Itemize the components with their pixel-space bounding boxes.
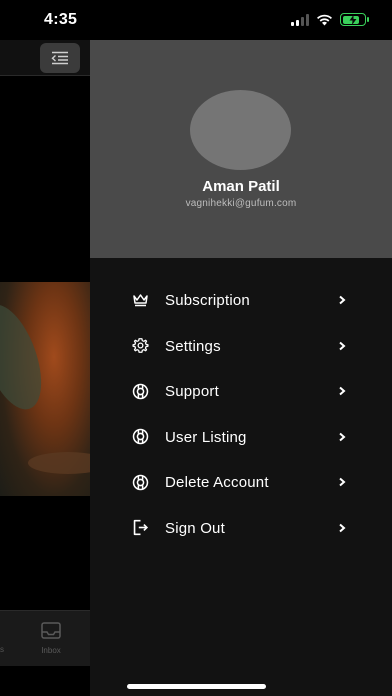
chevron-right-icon (337, 339, 347, 353)
drawer-menu: Subscription Settings Support User Listi… (90, 278, 392, 552)
cellular-signal-icon (291, 13, 309, 26)
menu-item-label: User Listing (165, 428, 247, 446)
chevron-right-icon (337, 430, 347, 444)
menu-item-label: Delete Account (165, 474, 269, 492)
menu-item-label: Settings (165, 337, 221, 355)
menu-item-sign-out[interactable]: Sign Out (90, 506, 392, 552)
tab-inbox-label: Inbox (41, 646, 61, 655)
menu-item-label: Sign Out (165, 519, 225, 537)
lifebuoy-icon (131, 428, 149, 446)
profile-email: vagnihekki@gufum.com (185, 198, 297, 209)
menu-item-delete-account[interactable]: Delete Account (90, 460, 392, 506)
menu-collapse-icon (51, 51, 68, 65)
inbox-icon (41, 622, 61, 639)
tab-partial-label: s (0, 645, 4, 654)
side-drawer: Aman Patil vagnihekki@gufum.com Subscrip… (90, 40, 392, 696)
charging-bolt-icon (349, 14, 357, 25)
menu-item-label: Support (165, 383, 219, 401)
status-bar: 4:35 (0, 0, 392, 40)
menu-item-label: Subscription (165, 292, 250, 309)
gear-icon (131, 337, 149, 355)
battery-icon (340, 13, 369, 26)
menu-item-user-listing[interactable]: User Listing (90, 415, 392, 461)
sign-out-icon (131, 519, 149, 537)
wifi-icon (317, 14, 332, 25)
lifebuoy-icon (131, 473, 149, 491)
lifebuoy-icon (131, 382, 149, 400)
menu-item-subscription[interactable]: Subscription (90, 278, 392, 324)
tab-inbox[interactable]: Inbox (34, 622, 68, 655)
background-plant-image (0, 282, 90, 496)
menu-item-support[interactable]: Support (90, 369, 392, 415)
profile-header: Aman Patil vagnihekki@gufum.com (90, 40, 392, 258)
avatar[interactable] (190, 90, 291, 170)
chevron-right-icon (337, 521, 347, 535)
chevron-right-icon (337, 475, 347, 489)
chevron-right-icon (337, 384, 347, 398)
status-icons (291, 13, 369, 26)
crown-icon (131, 291, 149, 309)
status-time: 4:35 (44, 11, 78, 28)
chevron-right-icon (337, 293, 347, 307)
profile-name: Aman Patil (202, 178, 280, 195)
home-indicator[interactable] (127, 684, 266, 689)
menu-toggle-button[interactable] (40, 43, 80, 73)
menu-item-settings[interactable]: Settings (90, 324, 392, 370)
